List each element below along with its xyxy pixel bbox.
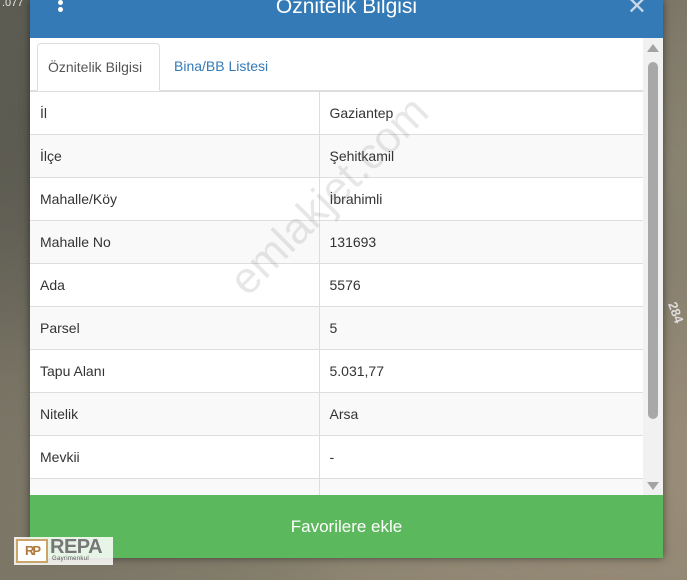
scroll-down-icon[interactable] [647, 482, 659, 490]
table-row: Mevkii - [30, 435, 643, 479]
attribute-info-modal: Öznitelik Bilgisi ✕ Öznitelik Bilgisi Bi… [30, 0, 663, 558]
modal-header: Öznitelik Bilgisi ✕ [30, 0, 663, 38]
row-value: Ana Taşınmaz [319, 478, 643, 495]
close-icon[interactable]: ✕ [627, 0, 647, 19]
row-key: Zemin Tip [30, 478, 320, 495]
table-row: Mahalle No 131693 [30, 220, 643, 264]
table-row: İl Gaziantep [30, 91, 643, 135]
row-value: 5576 [319, 263, 643, 307]
table-row: Zemin Tip Ana Taşınmaz [30, 478, 643, 495]
row-key: Nitelik [30, 392, 320, 436]
scroll-thumb[interactable] [648, 62, 658, 419]
row-key: İlçe [30, 134, 320, 178]
table-row: Nitelik Arsa [30, 392, 643, 436]
row-key: Tapu Alanı [30, 349, 320, 393]
row-key: İl [30, 91, 320, 135]
row-value: - [319, 435, 643, 479]
map-label: .077 [2, 0, 24, 9]
vertical-scrollbar[interactable] [643, 38, 663, 495]
company-logo: RP REPA Gayrimenkul [14, 536, 113, 565]
row-value: 5.031,77 [319, 349, 643, 393]
table-row: Parsel 5 [30, 306, 643, 350]
table-row: Ada 5576 [30, 263, 643, 307]
row-key: Parsel [30, 306, 320, 350]
logo-mark-icon: RP [16, 539, 48, 563]
modal-title: Öznitelik Bilgisi [275, 0, 418, 18]
scroll-up-icon[interactable] [647, 44, 659, 52]
tab-attribute-info[interactable]: Öznitelik Bilgisi [37, 43, 160, 91]
modal-body: Öznitelik Bilgisi Bina/BB Listesi İl Gaz… [30, 38, 663, 495]
logo-subtitle: Gayrimenkul [52, 556, 89, 562]
tab-building-list[interactable]: Bina/BB Listesi [164, 43, 278, 91]
row-value: 131693 [319, 220, 643, 264]
add-to-favorites-button[interactable]: Favorilere ekle [30, 495, 663, 558]
row-value: Arsa [319, 392, 643, 436]
row-key: Mevkii [30, 435, 320, 479]
table-row: Tapu Alanı 5.031,77 [30, 349, 643, 393]
tab-bar: Öznitelik Bilgisi Bina/BB Listesi [30, 38, 643, 91]
row-value: 5 [319, 306, 643, 350]
